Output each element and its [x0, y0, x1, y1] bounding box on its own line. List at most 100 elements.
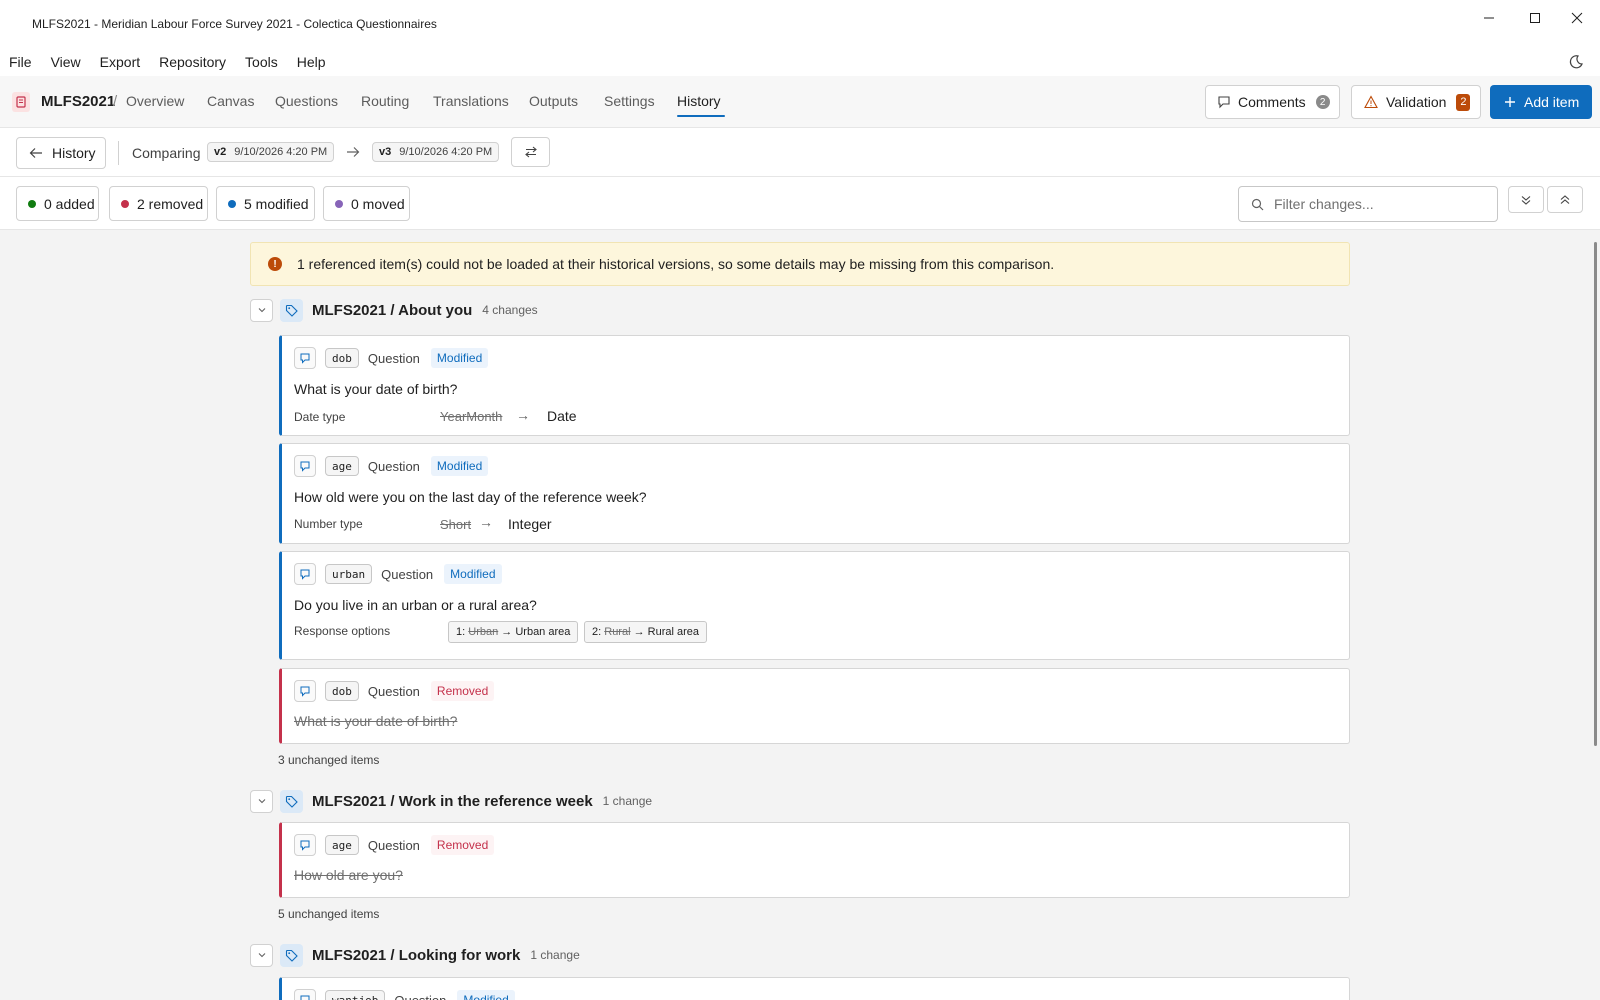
change-summary-bar: 0 added 2 removed 5 modified 0 moved — [0, 177, 1600, 230]
item-code: dob — [325, 348, 359, 368]
to-version-selector[interactable]: v3 9/10/2026 4:20 PM — [372, 142, 500, 162]
option-arrow: → — [501, 626, 513, 638]
scrollbar[interactable] — [1594, 242, 1597, 746]
tag-icon — [280, 943, 303, 967]
back-label: History — [52, 145, 96, 161]
change-card[interactable]: urban Question Modified Do you live in a… — [279, 551, 1350, 660]
tab-settings[interactable]: Settings — [604, 93, 655, 109]
change-card[interactable]: dob Question Removed What is your date o… — [279, 668, 1350, 744]
group-header: MLFS2021 / Looking for work 1 change — [250, 942, 580, 968]
modified-dot — [228, 199, 236, 208]
back-to-history-button[interactable]: History — [16, 137, 106, 169]
item-code: dob — [325, 681, 359, 701]
group-title: MLFS2021 / About you — [312, 301, 473, 319]
minimize-button[interactable] — [1466, 4, 1512, 32]
unchanged-items-toggle[interactable]: 5 unchanged items — [278, 907, 379, 921]
option-new-label: Urban area — [515, 626, 571, 638]
swap-icon — [524, 146, 537, 158]
group-collapse-button[interactable] — [250, 298, 273, 322]
menu-bar: File View Export Repository Tools Help — [0, 48, 1600, 76]
comments-count: 2 — [1315, 95, 1330, 109]
modified-filter[interactable]: 5 modified — [216, 186, 315, 221]
tag-icon — [280, 789, 303, 813]
removed-filter[interactable]: 2 removed — [109, 186, 208, 221]
maximize-icon — [1530, 13, 1540, 23]
group-change-count: 4 changes — [482, 303, 538, 317]
group-title: MLFS2021 / Looking for work — [312, 946, 521, 964]
change-card[interactable]: dob Question Modified What is your date … — [279, 335, 1350, 436]
questionnaire-icon — [12, 92, 30, 112]
modified-count: 5 modified — [244, 195, 309, 212]
filter-changes-input[interactable] — [1274, 196, 1474, 212]
response-option-change: 1: Urban → Urban area — [448, 621, 579, 643]
project-name[interactable]: MLFS2021 — [41, 93, 115, 110]
validation-label: Validation — [1386, 94, 1447, 110]
add-item-label: Add item — [1524, 94, 1580, 110]
added-dot — [28, 199, 36, 208]
warning-icon — [1364, 95, 1378, 109]
tab-translations[interactable]: Translations — [433, 93, 509, 109]
arrow-left-icon — [29, 148, 42, 158]
arrow-right-icon — [347, 147, 360, 157]
removed-dot — [121, 199, 129, 208]
validation-count: 2 — [1456, 93, 1471, 111]
from-date: 9/10/2026 4:20 PM — [234, 146, 328, 158]
tab-canvas[interactable]: Canvas — [207, 93, 254, 109]
group-title: MLFS2021 / Work in the reference week — [312, 792, 593, 810]
menu-tools[interactable]: Tools — [245, 54, 278, 70]
validation-button[interactable]: Validation 2 — [1351, 85, 1481, 119]
menu-export[interactable]: Export — [100, 54, 140, 70]
change-card[interactable]: wantjob Question Modified — [279, 977, 1350, 1000]
add-item-button[interactable]: Add item — [1490, 85, 1592, 119]
question-icon — [294, 563, 316, 585]
card-header: urban Question Modified — [294, 562, 502, 586]
option-number: 2: — [592, 626, 602, 638]
added-filter[interactable]: 0 added — [16, 186, 99, 221]
from-version-selector[interactable]: v2 9/10/2026 4:20 PM — [207, 142, 335, 162]
menu-repository[interactable]: Repository — [159, 54, 226, 70]
expand-all-button[interactable] — [1508, 186, 1544, 213]
close-button[interactable] — [1554, 4, 1600, 32]
menu-file[interactable]: File — [9, 54, 32, 70]
card-header: dob Question Removed — [294, 679, 495, 703]
chevron-double-down-icon — [1521, 195, 1531, 205]
missing-references-warning: ! 1 referenced item(s) could not be load… — [250, 242, 1350, 286]
maximize-button[interactable] — [1512, 4, 1558, 32]
status-badge: Modified — [430, 456, 489, 476]
card-header: age Question Removed — [294, 833, 495, 857]
menu-help[interactable]: Help — [297, 54, 326, 70]
menu-view[interactable]: View — [51, 54, 81, 70]
group-collapse-button[interactable] — [250, 943, 273, 967]
moved-count: 0 moved — [351, 195, 405, 212]
question-text: How old are you? — [294, 867, 403, 883]
item-kind: Question — [381, 566, 434, 582]
property-name: Date type — [294, 410, 346, 424]
window-title: MLFS2021 - Meridian Labour Force Survey … — [32, 17, 437, 31]
old-value: YearMonth — [440, 409, 503, 424]
change-arrow: → — [479, 514, 493, 530]
question-icon — [294, 989, 316, 1000]
moved-filter[interactable]: 0 moved — [323, 186, 410, 221]
tab-questions[interactable]: Questions — [275, 93, 338, 109]
tab-routing[interactable]: Routing — [361, 93, 409, 109]
comments-button[interactable]: Comments 2 — [1205, 85, 1340, 119]
item-kind: Question — [367, 837, 420, 853]
group-collapse-button[interactable] — [250, 789, 273, 813]
collapse-all-button[interactable] — [1547, 186, 1583, 213]
tab-history[interactable]: History — [677, 93, 721, 109]
filter-changes-field[interactable] — [1238, 186, 1498, 222]
tab-outputs[interactable]: Outputs — [529, 93, 578, 109]
project-nav: MLFS2021 / Overview Canvas Questions Rou… — [0, 76, 1600, 128]
item-code: wantjob — [325, 990, 386, 1000]
status-badge: Removed — [430, 835, 495, 855]
to-date: 9/10/2026 4:20 PM — [399, 146, 493, 158]
new-value: Integer — [508, 516, 552, 532]
comparison-results: ! 1 referenced item(s) could not be load… — [0, 230, 1600, 1000]
change-card[interactable]: age Question Removed How old are you? — [279, 822, 1350, 898]
theme-toggle-icon[interactable] — [1568, 54, 1584, 70]
chevron-down-icon — [258, 799, 265, 804]
unchanged-items-toggle[interactable]: 3 unchanged items — [278, 753, 379, 767]
swap-versions-button[interactable] — [511, 137, 550, 167]
tab-overview[interactable]: Overview — [126, 93, 184, 109]
change-card[interactable]: age Question Modified How old were you o… — [279, 443, 1350, 544]
